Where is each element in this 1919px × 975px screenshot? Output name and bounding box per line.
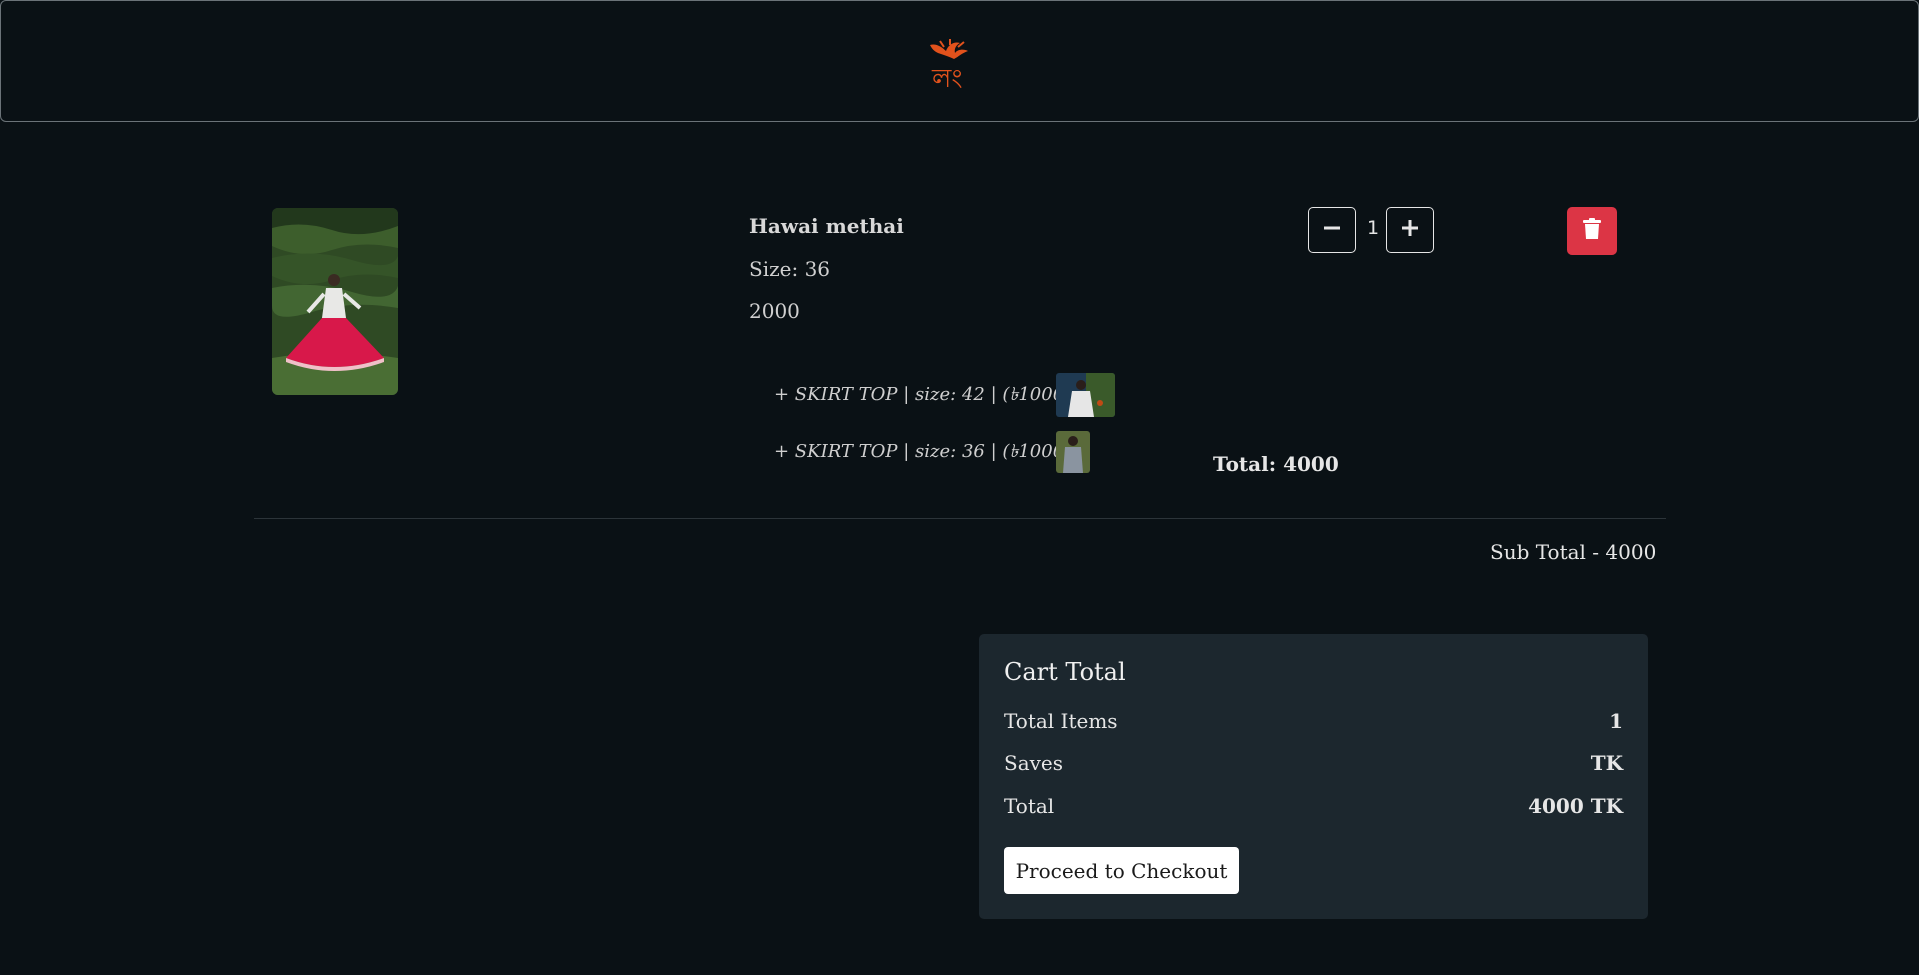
increase-quantity-button[interactable]	[1386, 207, 1434, 253]
decrease-quantity-button[interactable]	[1308, 207, 1356, 253]
subtotal: Sub Total - 4000	[1490, 540, 1657, 564]
addon-thumbnail-2[interactable]	[1056, 431, 1090, 473]
saves-label: Saves	[1004, 751, 1064, 775]
addon-thumbnail-1[interactable]	[1056, 373, 1115, 417]
product-name[interactable]: Hawai methai	[749, 214, 904, 238]
product-size: Size: 36	[749, 257, 831, 281]
delete-item-button[interactable]	[1567, 207, 1617, 255]
total-items-label: Total Items	[1004, 709, 1118, 733]
quantity-value: 1	[1367, 217, 1380, 239]
total-value: 4000 TK	[1528, 794, 1623, 818]
trash-icon	[1583, 218, 1601, 244]
proceed-to-checkout-button[interactable]: Proceed to Checkout	[1004, 847, 1239, 894]
total-label: Total	[1004, 794, 1055, 818]
cart-total-panel: Cart Total Total Items 1 Saves TK Total …	[979, 634, 1648, 919]
minus-icon	[1323, 219, 1341, 241]
product-image[interactable]	[272, 208, 398, 395]
product-price: 2000	[749, 299, 800, 323]
site-header: লং	[0, 0, 1919, 122]
svg-text:লং: লং	[931, 64, 963, 94]
total-items-value: 1	[1609, 709, 1623, 733]
cart-total-title: Cart Total	[1004, 658, 1126, 686]
brand-logo[interactable]: লং	[924, 37, 976, 95]
item-total: Total: 4000	[1213, 452, 1339, 476]
divider	[254, 518, 1666, 519]
addon-item-2: + SKIRT TOP | size: 36 | (৳1000)	[774, 441, 1072, 462]
addon-item-1: + SKIRT TOP | size: 42 | (৳1000)	[774, 384, 1072, 405]
saves-value: TK	[1590, 751, 1623, 775]
plus-icon	[1401, 219, 1419, 241]
